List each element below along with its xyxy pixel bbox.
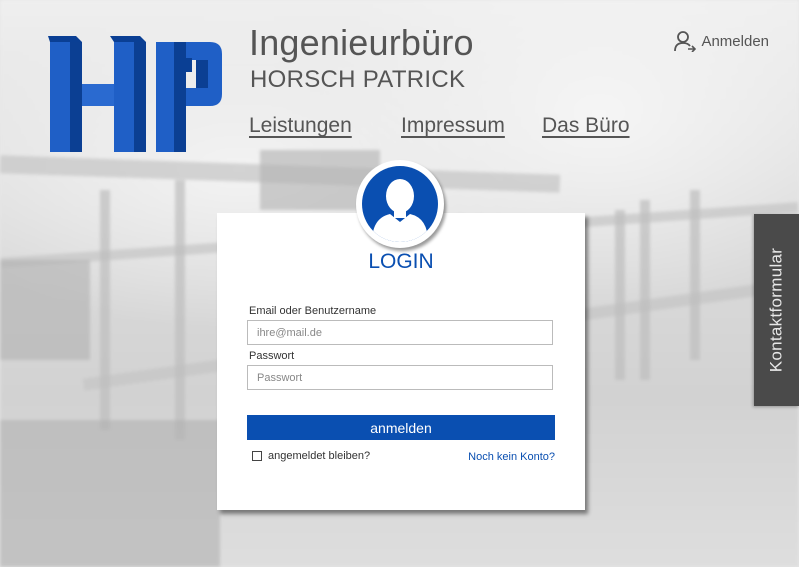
header-login-label: Anmelden xyxy=(701,32,769,50)
username-input[interactable] xyxy=(247,320,553,345)
contact-form-tab[interactable]: Kontaktformular xyxy=(754,214,799,406)
password-label: Passwort xyxy=(249,350,295,362)
contact-form-tab-label: Kontaktformular xyxy=(766,247,786,373)
brand-subtitle: HORSCH PATRICK xyxy=(250,66,466,93)
avatar xyxy=(356,160,444,248)
hp-logo xyxy=(48,36,222,152)
login-submit-button[interactable]: anmelden xyxy=(247,415,555,440)
user-avatar-icon xyxy=(372,179,428,242)
login-title: LOGIN xyxy=(368,250,434,273)
register-link[interactable]: Noch kein Konto? xyxy=(468,451,555,463)
password-input[interactable] xyxy=(247,365,553,390)
username-label: Email oder Benutzername xyxy=(249,305,377,317)
brand-title: Ingenieurbüro xyxy=(249,22,474,63)
header-login-link[interactable]: Anmelden xyxy=(674,30,769,52)
remember-me-label: angemeldet bleiben? xyxy=(268,450,371,462)
nav-item-leistungen[interactable]: Leistungen xyxy=(249,114,352,138)
remember-me[interactable]: angemeldet bleiben? xyxy=(252,450,370,462)
nav-item-impressum[interactable]: Impressum xyxy=(401,114,505,138)
user-outline-icon xyxy=(674,31,697,52)
nav-item-das-buero[interactable]: Das Büro xyxy=(542,114,630,138)
login-card: LOGIN Email oder Benutzername Passwort a… xyxy=(217,213,585,510)
checkbox-icon[interactable] xyxy=(252,451,262,461)
